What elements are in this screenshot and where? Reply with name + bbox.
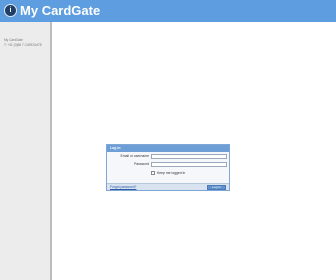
brand-name: CardGate — [41, 3, 101, 18]
cardgate-logo-icon[interactable]: i — [4, 4, 17, 17]
login-dialog: Log in Email or username Password Keep m… — [106, 144, 230, 191]
password-label: Password — [134, 162, 149, 166]
password-input[interactable] — [151, 162, 227, 167]
forgot-password-link[interactable]: Forgot password? — [110, 184, 136, 191]
sidebar-contact: My CardGate T: +31 (0)88 7 CARDGATE — [4, 38, 50, 47]
login-button[interactable]: Log in — [207, 185, 226, 190]
username-input[interactable] — [151, 154, 227, 159]
contact-line-2: T: +31 (0)88 7 CARDGATE — [4, 42, 43, 47]
sidebar: My CardGate T: +31 (0)88 7 CARDGATE — [0, 22, 52, 280]
username-label: Email or username — [120, 154, 149, 158]
keep-logged-in-checkbox[interactable] — [151, 171, 155, 175]
keep-logged-in-label: Keep me logged in — [157, 170, 186, 175]
brand-logo[interactable]: My CardGate — [20, 3, 100, 19]
top-header: i My CardGate — [0, 0, 336, 22]
login-title: Log in — [107, 145, 229, 152]
logo-glyph: i — [9, 7, 12, 14]
login-footer: Forgot password? Log in — [107, 183, 229, 190]
brand-my: My — [20, 3, 39, 18]
